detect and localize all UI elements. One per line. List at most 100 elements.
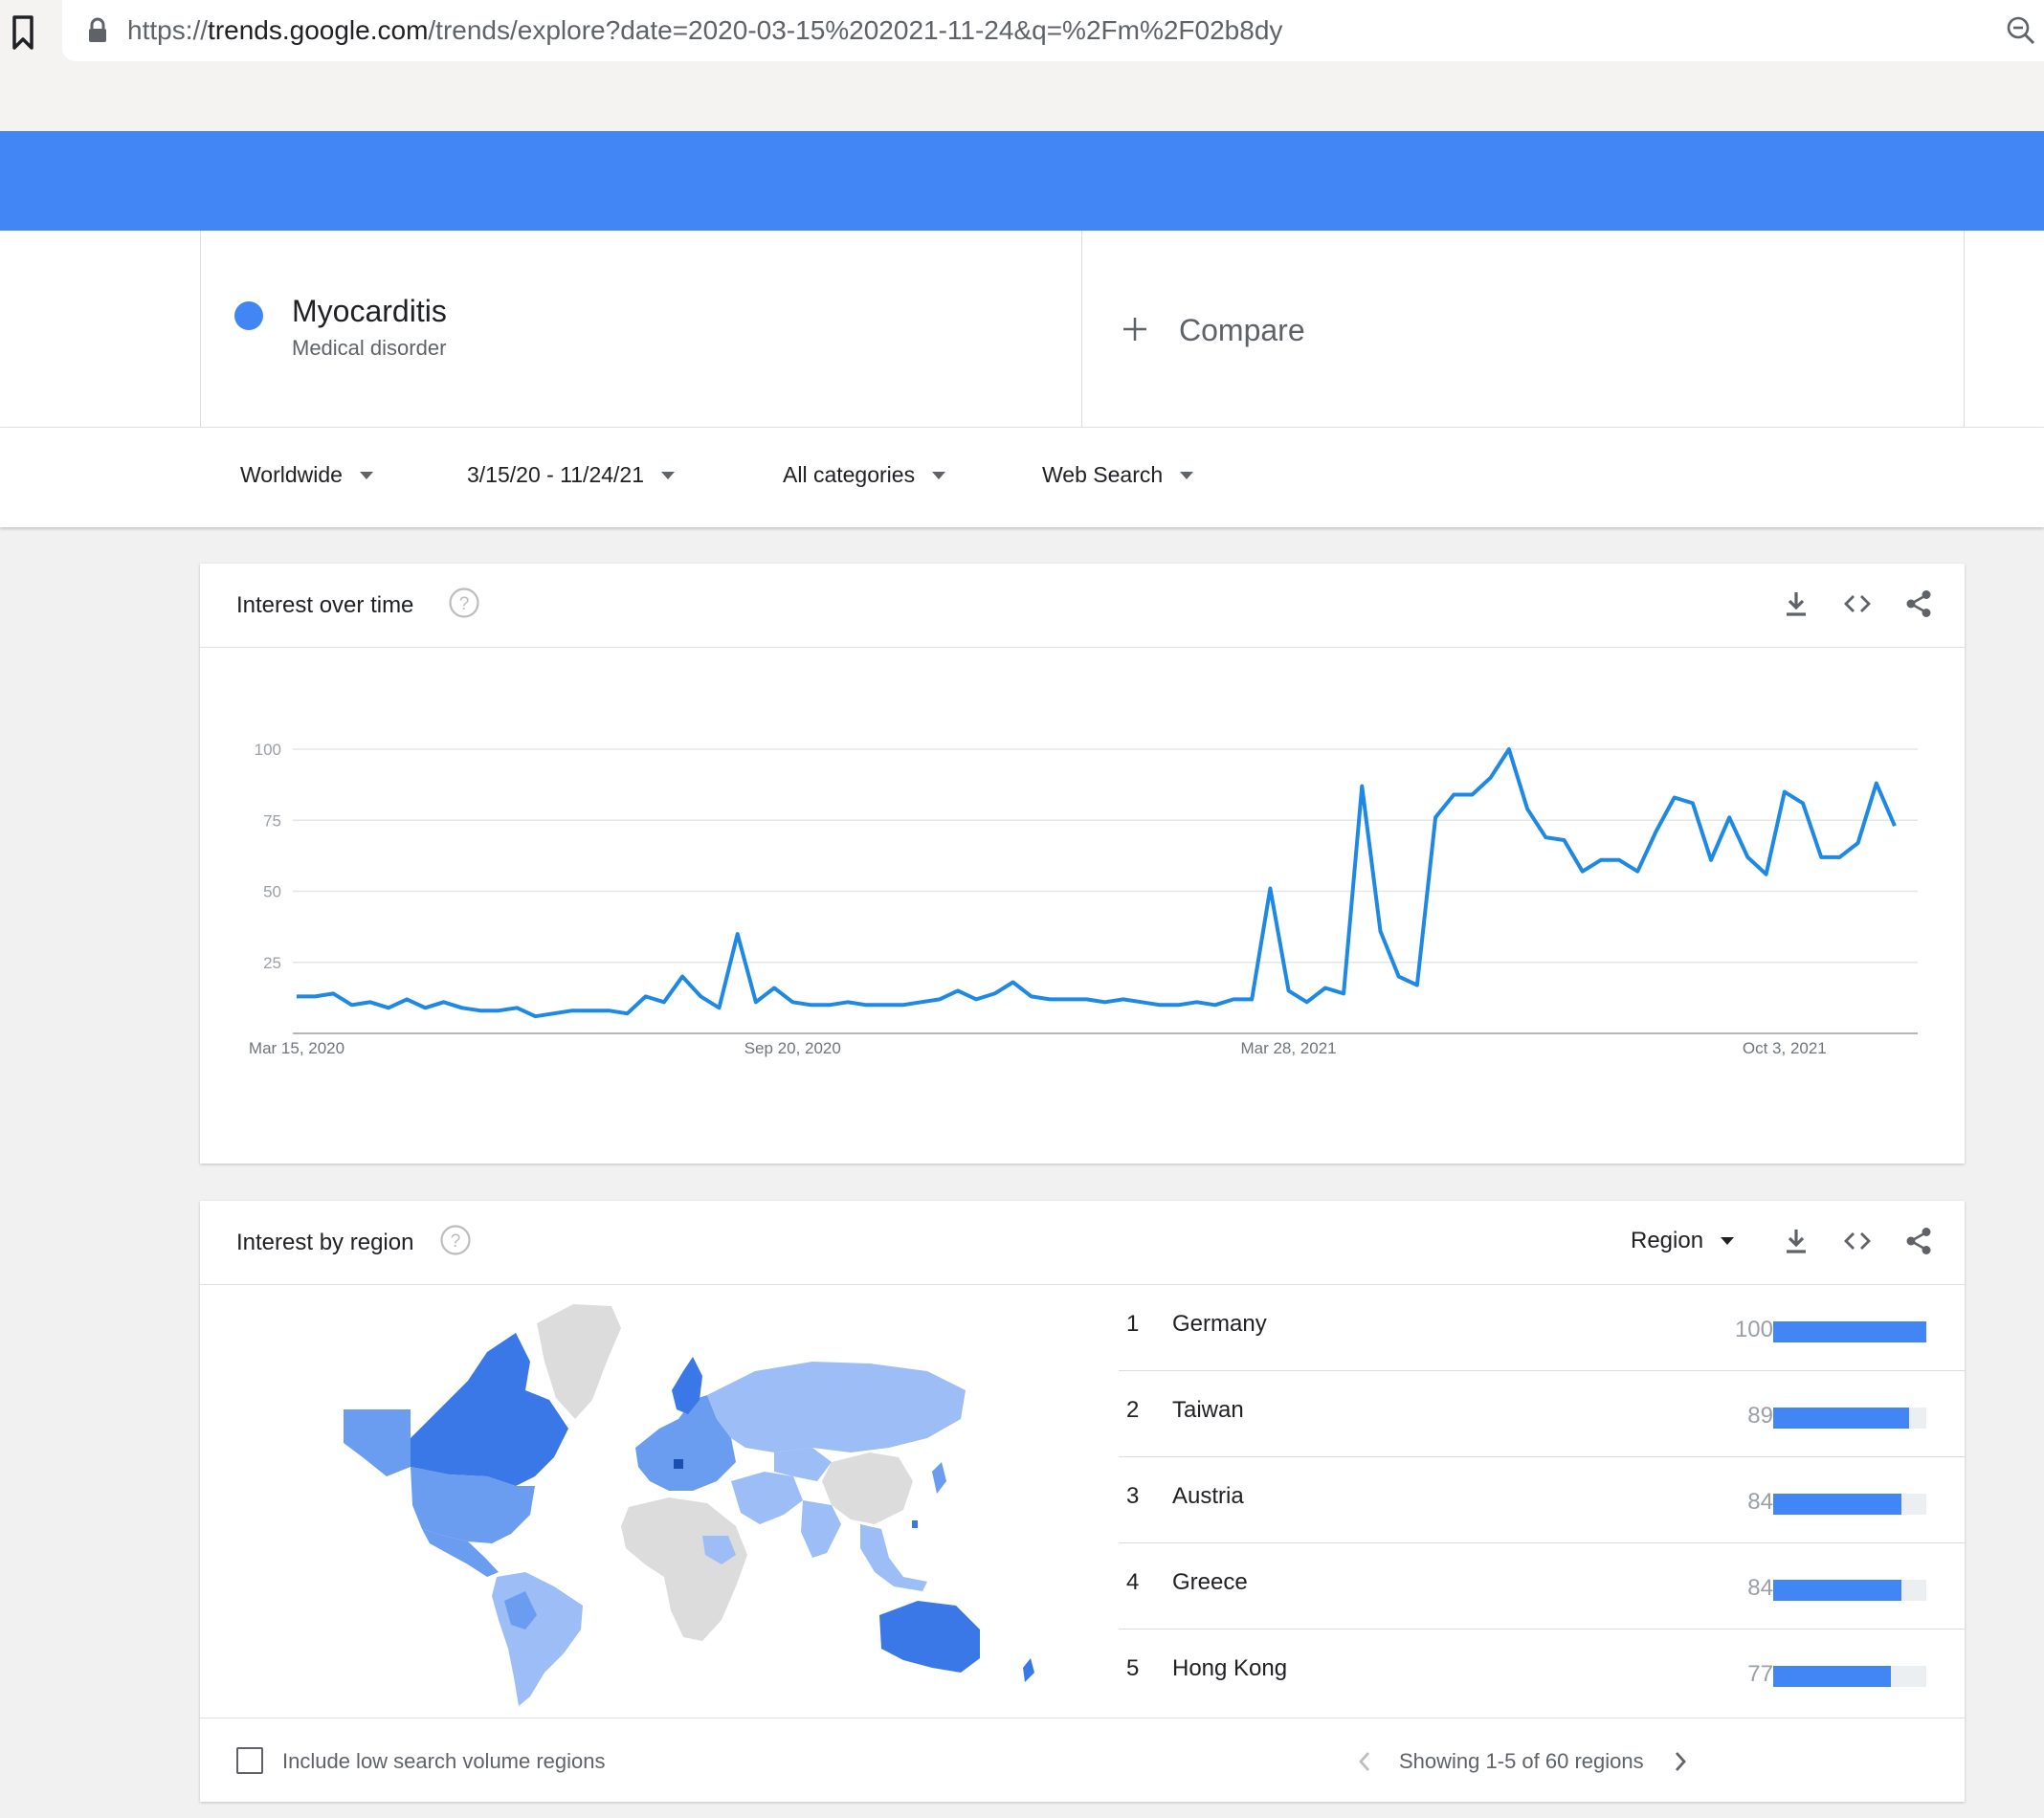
- map-taiwan[interactable]: [912, 1520, 918, 1528]
- value-bar-track: [1773, 1321, 1926, 1342]
- region-value: 84: [1747, 1489, 1773, 1515]
- map-russia[interactable]: [707, 1362, 966, 1452]
- region-value: 100: [1734, 1317, 1773, 1342]
- x-tick-label: Mar 28, 2021: [1240, 1039, 1336, 1057]
- map-south-america[interactable]: [492, 1572, 583, 1706]
- term-type: Medical disorder: [292, 336, 447, 360]
- region-row[interactable]: 2 Taiwan 89: [1119, 1371, 1965, 1457]
- y-tick-label: 75: [263, 811, 281, 830]
- chevron-left-icon[interactable]: [1352, 1747, 1377, 1776]
- card-title: Interest over time: [236, 592, 414, 618]
- chevron-down-icon: [359, 471, 373, 479]
- chevron-down-icon: [1180, 471, 1194, 479]
- category-filter-label: All categories: [783, 462, 916, 487]
- help-icon[interactable]: ?: [448, 587, 480, 619]
- search-type-filter[interactable]: Web Search: [1042, 462, 1194, 488]
- zoom-out-icon[interactable]: [2006, 15, 2036, 46]
- x-tick-label: Oct 3, 2021: [1743, 1039, 1827, 1057]
- share-icon[interactable]: [1903, 1226, 1934, 1256]
- chevron-right-icon[interactable]: [1668, 1747, 1693, 1776]
- help-icon[interactable]: ?: [439, 1224, 472, 1256]
- region-name: Taiwan: [1172, 1397, 1244, 1423]
- region-name: Germany: [1172, 1311, 1267, 1337]
- chevron-down-icon: [1721, 1237, 1735, 1245]
- card-footer: Include low search volume regions Showin…: [200, 1718, 1965, 1802]
- term-color-dot: [234, 301, 263, 330]
- series-line: [297, 747, 1897, 1019]
- address-bar[interactable]: https://trends.google.com/trends/explore…: [62, 0, 2044, 61]
- region-value: 84: [1747, 1575, 1773, 1601]
- bookmark-icon[interactable]: [10, 13, 36, 52]
- value-bar-track: [1773, 1494, 1926, 1515]
- chevron-down-icon: [932, 471, 946, 479]
- world-map[interactable]: [200, 1285, 1082, 1718]
- map-new-zealand[interactable]: [1023, 1658, 1034, 1682]
- map-middle-east[interactable]: [731, 1472, 803, 1524]
- region-row[interactable]: 1 Germany 100: [1119, 1285, 1965, 1371]
- url-path: /trends/explore?date=2020-03-15%202021-1…: [428, 15, 1283, 45]
- url-prefix: https://: [127, 15, 209, 45]
- interest-over-time-chart[interactable]: 100 75 50 25 Mar 15, 2020 Sep 20, 2020 Mar 28,…: [200, 648, 1965, 1155]
- resolution-select[interactable]: Region: [1631, 1228, 1735, 1254]
- category-filter[interactable]: All categories: [783, 462, 946, 488]
- value-bar: [1773, 1666, 1892, 1687]
- region-name: Hong Kong: [1172, 1655, 1288, 1681]
- map-japan[interactable]: [932, 1462, 946, 1494]
- rank-number: 3: [1126, 1483, 1140, 1509]
- card-header: Interest over time ?: [200, 564, 1965, 648]
- search-term-card[interactable]: Myocarditis Medical disorder: [200, 231, 1082, 427]
- filter-bar: Worldwide 3/15/20 - 11/24/21 All categor…: [0, 427, 2044, 527]
- region-name: Austria: [1172, 1483, 1244, 1509]
- map-southeast-asia[interactable]: [860, 1524, 927, 1591]
- rank-number: 1: [1126, 1311, 1140, 1337]
- value-bar: [1773, 1494, 1902, 1515]
- y-tick-label: 25: [263, 954, 281, 972]
- value-bar-track: [1773, 1580, 1926, 1601]
- card-header: Interest by region ? Region: [200, 1201, 1965, 1285]
- region-row[interactable]: 4 Greece 84: [1119, 1543, 1965, 1630]
- download-icon[interactable]: [1781, 1226, 1811, 1256]
- region-value: 77: [1747, 1661, 1773, 1687]
- share-icon[interactable]: [1903, 588, 1934, 619]
- include-low-volume-label: Include low search volume regions: [282, 1749, 606, 1773]
- interest-over-time-card: Interest over time ? 100 75 50 25 Mar 15, 20…: [200, 564, 1965, 1164]
- region-filter[interactable]: Worldwide: [240, 462, 373, 488]
- download-icon[interactable]: [1781, 588, 1811, 619]
- map-africa[interactable]: [621, 1497, 747, 1641]
- value-bar: [1773, 1408, 1910, 1429]
- search-type-filter-label: Web Search: [1042, 462, 1164, 487]
- date-filter[interactable]: 3/15/20 - 11/24/21: [467, 462, 675, 488]
- plus-icon: [1123, 318, 1146, 341]
- embed-icon[interactable]: [1842, 588, 1873, 619]
- date-filter-label: 3/15/20 - 11/24/21: [467, 462, 644, 487]
- y-tick-label: 50: [263, 883, 281, 901]
- x-tick-label: Sep 20, 2020: [744, 1039, 841, 1057]
- region-value: 89: [1747, 1403, 1773, 1429]
- region-row[interactable]: 5 Hong Kong 77: [1119, 1630, 1965, 1716]
- browser-chrome: https://trends.google.com/trends/explore…: [0, 0, 2044, 131]
- pagination-text: Showing 1-5 of 60 regions: [1399, 1749, 1644, 1773]
- chevron-down-icon: [661, 471, 675, 479]
- map-alaska[interactable]: [344, 1409, 411, 1476]
- y-tick-label: 100: [255, 741, 281, 759]
- explore-term-row: Myocarditis Medical disorder Compare: [0, 231, 2044, 427]
- map-india[interactable]: [801, 1500, 841, 1558]
- map-australia[interactable]: [879, 1601, 980, 1673]
- region-name: Greece: [1172, 1569, 1248, 1595]
- url-host: trends.google.com: [208, 15, 429, 45]
- lock-icon: [89, 17, 106, 42]
- url-text[interactable]: https://trends.google.com/trends/explore…: [127, 15, 1282, 46]
- term-name: Myocarditis: [292, 294, 447, 328]
- region-row[interactable]: 3 Austria 84: [1119, 1457, 1965, 1543]
- rank-number: 4: [1126, 1569, 1140, 1595]
- resolution-label: Region: [1631, 1228, 1704, 1253]
- embed-icon[interactable]: [1842, 1226, 1873, 1256]
- compare-button[interactable]: Compare: [1082, 231, 1965, 427]
- rank-number: 5: [1126, 1655, 1140, 1681]
- include-low-volume-checkbox[interactable]: [236, 1747, 263, 1774]
- rank-number: 2: [1126, 1397, 1140, 1423]
- map-germany[interactable]: [674, 1459, 683, 1469]
- value-bar: [1773, 1321, 1926, 1342]
- value-bar: [1773, 1580, 1902, 1601]
- svg-text:?: ?: [459, 594, 470, 614]
